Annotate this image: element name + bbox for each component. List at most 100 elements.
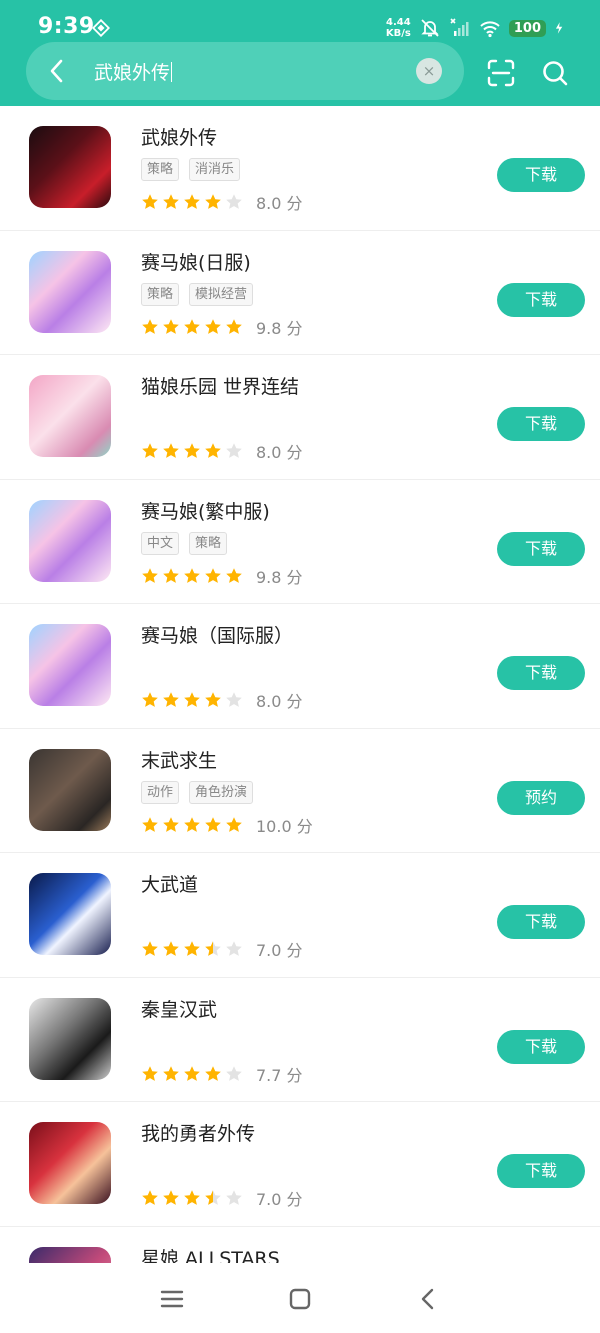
scan-icon[interactable] xyxy=(486,58,516,88)
star-icon xyxy=(184,941,200,956)
system-navigation-bar xyxy=(0,1263,600,1333)
app-result-row[interactable]: 赛马娘(日服) 策略 模拟经营 9.8 分 下载 xyxy=(0,231,600,355)
app-tag: 动作 xyxy=(141,780,180,804)
download-button[interactable]: 下载 xyxy=(497,656,585,690)
red-hat-girl-icon[interactable] xyxy=(29,1122,111,1204)
app-name[interactable]: 武娘外传 xyxy=(141,123,217,150)
star-icon xyxy=(184,443,200,458)
app-rating: 7.0 分 xyxy=(141,937,303,961)
back-arrow-icon[interactable] xyxy=(44,57,70,85)
app-result-row[interactable]: 赛马娘（国际服） 8.0 分 下载 xyxy=(0,604,600,729)
app-name[interactable]: 秦皇汉武 xyxy=(141,995,217,1022)
star-icon xyxy=(205,318,221,334)
app-tag: 角色扮演 xyxy=(189,780,254,804)
dark-red-anime-icon[interactable] xyxy=(29,126,111,208)
star-icon xyxy=(163,816,179,832)
star-icon xyxy=(163,1190,179,1205)
download-button[interactable]: 下载 xyxy=(497,282,585,317)
horse-girl-icon[interactable] xyxy=(29,250,111,333)
search-icon[interactable] xyxy=(540,58,570,88)
network-speed: 4.44 KB/s xyxy=(386,17,411,39)
star-icon xyxy=(226,194,242,209)
bell-muted-icon xyxy=(421,19,439,37)
star-icon xyxy=(184,1065,200,1081)
battery-level: 100 xyxy=(508,19,546,37)
rating-stars xyxy=(141,318,243,336)
wifi-icon xyxy=(480,21,500,38)
app-tags: 策略 消消乐 xyxy=(141,158,241,181)
star-icon xyxy=(184,194,200,209)
app-result-row[interactable]: 星娘 ALLSTARS下载 xyxy=(0,1227,600,1264)
download-button[interactable]: 下载 xyxy=(497,905,585,939)
app-score: 9.8 分 xyxy=(256,567,303,587)
star-icon xyxy=(205,1190,221,1205)
app-score: 7.0 分 xyxy=(256,941,303,960)
star-icon xyxy=(142,1065,158,1081)
star-icon xyxy=(163,318,179,334)
ink-painting-icon[interactable] xyxy=(29,997,111,1080)
star-icon xyxy=(163,443,179,458)
star-icon xyxy=(184,1190,200,1205)
network-speed-unit: KB/s xyxy=(385,28,411,39)
app-result-row[interactable]: 我的勇者外传 7.0 分 下载 xyxy=(0,1102,600,1227)
star-icon xyxy=(226,443,242,458)
app-result-row[interactable]: 猫娘乐园 世界连结 8.0 分 下载 xyxy=(0,355,600,480)
blue-swordsman-icon[interactable] xyxy=(29,873,111,955)
home-icon[interactable] xyxy=(286,1285,314,1313)
star-icon xyxy=(205,443,221,458)
app-name[interactable]: 星娘 ALLSTARS xyxy=(141,1244,280,1264)
app-tag: 策略 xyxy=(141,282,180,306)
app-score: 8.0 分 xyxy=(256,194,303,213)
star-icon xyxy=(184,692,200,707)
search-input[interactable]: 武娘外传 xyxy=(94,58,173,85)
app-rating: 10.0 分 xyxy=(141,813,313,837)
app-name[interactable]: 大武道 xyxy=(141,870,198,897)
status-indicators: 4.44 KB/s 100 xyxy=(386,14,568,42)
app-tags: 中文 策略 xyxy=(141,531,228,555)
clear-search-button[interactable]: × xyxy=(416,58,442,84)
star-icon xyxy=(142,318,158,334)
app-name[interactable]: 末武求生 xyxy=(141,746,217,773)
app-name[interactable]: 赛马娘（国际服） xyxy=(141,621,293,648)
star-icon xyxy=(184,318,200,334)
app-name[interactable]: 猫娘乐园 世界连结 xyxy=(141,372,299,399)
download-button[interactable]: 下载 xyxy=(497,531,585,566)
text-cursor xyxy=(171,62,173,82)
star-icon xyxy=(142,816,158,832)
search-bar[interactable]: 武娘外传 × xyxy=(26,42,464,100)
back-icon[interactable] xyxy=(414,1285,442,1313)
app-result-row[interactable]: 末武求生动作 角色扮演 10.0 分 预约 xyxy=(0,729,600,853)
app-name[interactable]: 赛马娘(日服) xyxy=(141,248,251,275)
star-icon xyxy=(205,941,221,956)
app-name[interactable]: 赛马娘(繁中服) xyxy=(141,497,270,524)
star-girl-icon[interactable] xyxy=(29,1246,111,1263)
rating-stars xyxy=(141,1065,243,1083)
star-icon xyxy=(142,692,158,707)
star-icon xyxy=(205,816,221,832)
star-icon xyxy=(205,567,221,583)
cat-girl-icon[interactable] xyxy=(29,375,111,457)
download-button[interactable]: 下载 xyxy=(497,407,585,441)
app-result-row[interactable]: 秦皇汉武 7.7 分 下载 xyxy=(0,978,600,1102)
app-result-row[interactable]: 赛马娘(繁中服) 中文 策略 9.8 分 下载 xyxy=(0,480,600,604)
app-result-row[interactable]: 大武道 7.0 分 下载 xyxy=(0,853,600,978)
horse-girl-icon[interactable] xyxy=(29,624,111,706)
horse-girl-icon[interactable] xyxy=(29,499,111,582)
app-rating: 7.0 分 xyxy=(141,1186,303,1210)
download-button[interactable]: 下载 xyxy=(497,1154,585,1188)
app-rating: 8.0 分 xyxy=(141,190,303,214)
rating-stars xyxy=(141,442,243,460)
app-score: 8.0 分 xyxy=(256,692,303,711)
star-icon xyxy=(226,941,242,956)
network-speed-value: 4.44 xyxy=(386,17,411,28)
app-result-row[interactable]: 武娘外传策略 消消乐 8.0 分 下载 xyxy=(0,106,600,231)
app-name[interactable]: 我的勇者外传 xyxy=(141,1119,255,1146)
warrior-dark-icon[interactable] xyxy=(29,748,111,831)
star-icon xyxy=(226,567,242,583)
download-button[interactable]: 下载 xyxy=(497,1029,585,1064)
menu-icon[interactable] xyxy=(158,1285,186,1313)
reserve-button[interactable]: 预约 xyxy=(497,780,585,815)
rating-stars xyxy=(141,567,243,585)
star-icon xyxy=(163,567,179,583)
download-button[interactable]: 下载 xyxy=(497,158,585,192)
